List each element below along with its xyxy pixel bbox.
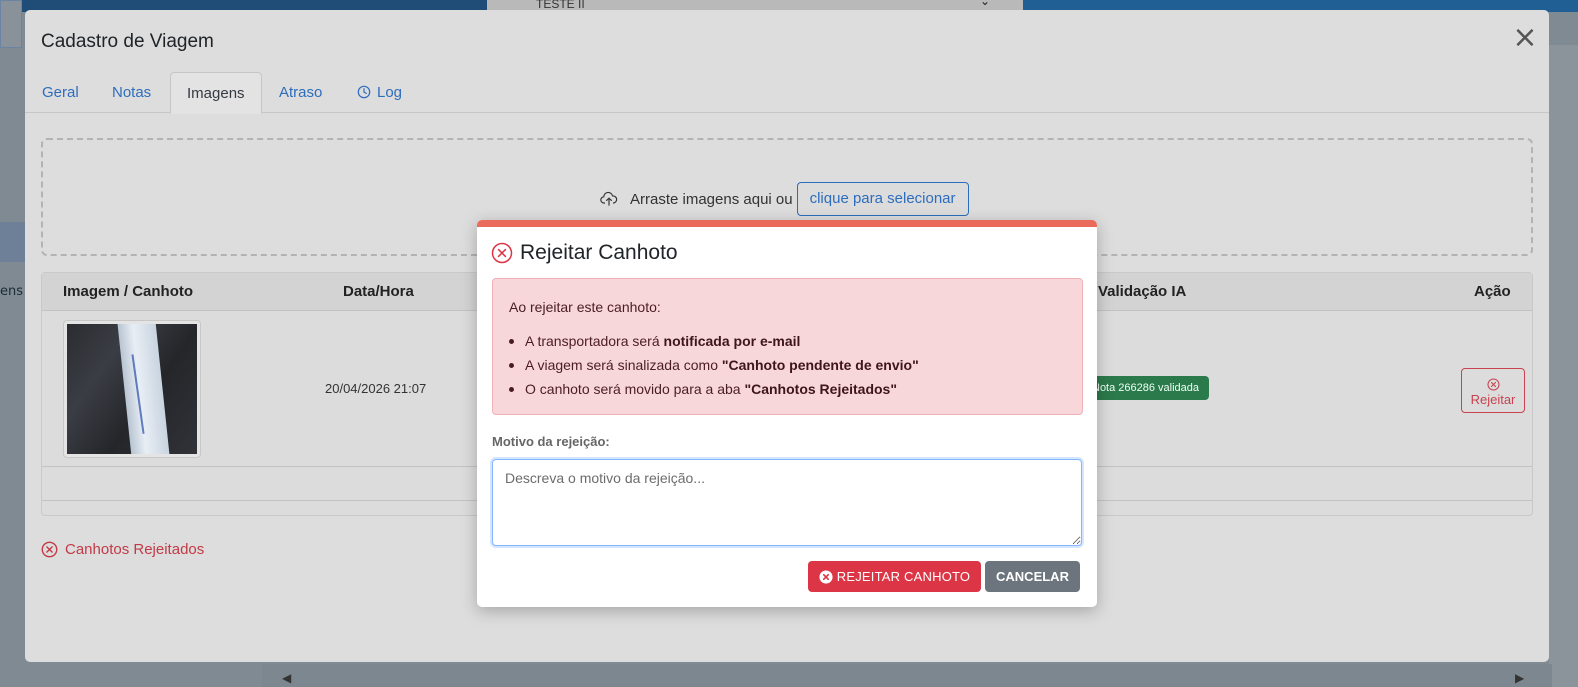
confirm-reject-label: REJEITAR CANHOTO [836, 569, 971, 584]
alert-intro: Ao rejeitar este canhoto: [509, 299, 661, 315]
row-datetime: 20/04/2026 21:07 [325, 381, 427, 396]
x-circle-icon [491, 242, 513, 264]
reject-row-button[interactable]: Rejeitar [1461, 368, 1525, 413]
validation-badge: Nota 266286 validada [1082, 376, 1210, 400]
modal-title: Cadastro de Viagem [41, 31, 214, 52]
background-sidebar-highlight [0, 222, 25, 262]
warning-alert: Ao rejeitar este canhoto: A transportado… [492, 278, 1083, 415]
x-circle-icon [1486, 378, 1500, 391]
reason-textarea[interactable] [492, 459, 1082, 546]
alert-list: A transportadora será notificada por e-m… [509, 329, 919, 401]
dropzone-text: Arraste imagens aqui ou [630, 190, 793, 208]
reason-label: Motivo da rejeição: [492, 434, 610, 449]
header-action: Ação [1474, 283, 1511, 300]
dialog-title: Rejeitar Canhoto [520, 241, 678, 264]
cloud-upload-icon [600, 191, 618, 206]
x-circle-icon [41, 541, 58, 558]
scroll-right-icon: ▶ [1515, 671, 1525, 685]
scroll-left-icon: ◀ [282, 671, 292, 685]
tab-bar: Geral Notas Imagens Atraso Log [25, 72, 1549, 114]
reject-receipt-dialog: Rejeitar Canhoto Ao rejeitar este canhot… [477, 220, 1097, 607]
header-image: Imagem / Canhoto [63, 283, 194, 300]
receipt-thumbnail[interactable] [63, 320, 201, 458]
reject-row-label: Rejeitar [1470, 392, 1516, 407]
select-files-button[interactable]: clique para selecionar [796, 182, 969, 216]
tab-log-label: Log [377, 84, 403, 101]
background-menu-box [0, 0, 22, 48]
alert-item: A transportadora será notificada por e-m… [509, 329, 919, 353]
chevron-down-icon: ⌄ [980, 0, 991, 8]
rejected-receipts-link[interactable]: Canhotos Rejeitados [41, 541, 204, 558]
alert-item: A viagem será sinalizada como "Canhoto p… [509, 353, 919, 377]
tab-notas[interactable]: Notas [96, 72, 167, 113]
dialog-header: Rejeitar Canhoto [491, 241, 678, 265]
cancel-button[interactable]: CANCELAR [985, 561, 1080, 592]
tab-atraso[interactable]: Atraso [263, 72, 338, 113]
header-datetime: Data/Hora [343, 283, 414, 300]
receipt-image [67, 324, 197, 454]
dialog-danger-bar [477, 220, 1097, 227]
confirm-reject-button[interactable]: REJEITAR CANHOTO [808, 561, 981, 592]
x-circle-fill-icon [819, 569, 833, 584]
alert-item: O canhoto será movido para a aba "Canhot… [509, 377, 919, 401]
background-sidebar-text: ens [0, 284, 24, 299]
tab-imagens[interactable]: Imagens [170, 72, 262, 114]
header-ai-validation: Validação IA [1098, 283, 1187, 300]
close-icon[interactable]: × [1512, 23, 1538, 55]
clock-icon [357, 85, 371, 99]
background-right-strip [1549, 45, 1578, 687]
background-scrollbar [262, 664, 1552, 687]
tab-log[interactable]: Log [341, 72, 418, 113]
tab-geral[interactable]: Geral [26, 72, 95, 113]
rejected-receipts-label: Canhotos Rejeitados [65, 541, 205, 558]
dropzone-content: Arraste imagens aqui ou clique para sele… [600, 181, 969, 217]
